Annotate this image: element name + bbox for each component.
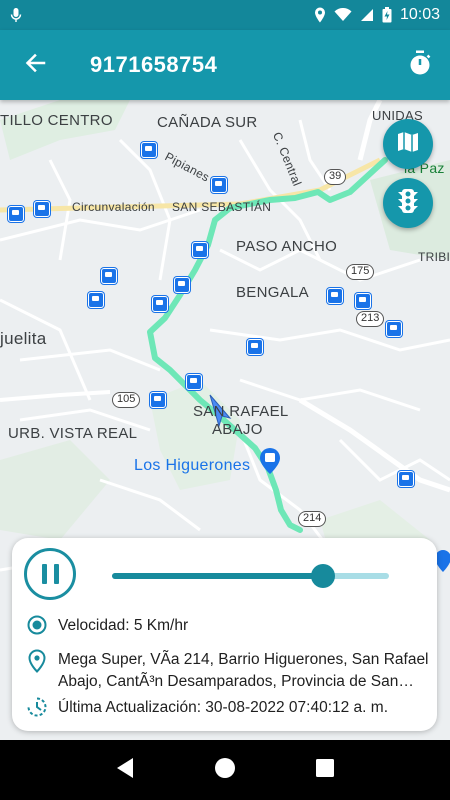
- address-label: Mega Super, VÃa 214, Barrio Higuerones, …: [58, 651, 429, 690]
- speed-indicator-icon: [26, 615, 48, 635]
- map-label-los-higuerones[interactable]: Los Higuerones: [134, 457, 250, 475]
- bus-stop-icon[interactable]: [101, 268, 117, 284]
- back-icon[interactable]: [115, 757, 135, 784]
- bus-stop-icon[interactable]: [34, 201, 50, 217]
- home-icon[interactable]: [214, 757, 236, 784]
- tracking-info-card: Velocidad: 5 Km/hr Mega Super, VÃa 214, …: [12, 538, 437, 731]
- route-shield: 175: [346, 264, 375, 280]
- slider-thumb[interactable]: [310, 564, 335, 588]
- page-title: 9171658754: [90, 52, 218, 77]
- last-update-row: Última Actualización: 30-08-2022 07:40:1…: [26, 697, 431, 719]
- battery-icon: [382, 7, 392, 23]
- last-update-label: Última Actualización: 30-08-2022 07:40:1…: [58, 699, 388, 716]
- pause-icon: [41, 564, 59, 584]
- map-label-abajo: ABAJO: [212, 421, 263, 438]
- map-label-juelita: juelita: [0, 329, 47, 348]
- system-nav-bar: [0, 740, 450, 800]
- address-row: Mega Super, VÃa 214, Barrio Higuerones, …: [26, 649, 431, 693]
- arrow-back-icon: [24, 52, 46, 79]
- bus-stop-icon[interactable]: [152, 296, 168, 312]
- map-label-vista-real: URB. VISTA REAL: [8, 425, 138, 442]
- back-button[interactable]: [0, 30, 70, 100]
- bus-stop-icon[interactable]: [141, 142, 157, 158]
- map-label-san-sebastian: SAN SEBASTIÁN: [172, 200, 272, 214]
- bus-stop-icon[interactable]: [88, 292, 104, 308]
- bus-stop-icon[interactable]: [355, 293, 371, 309]
- slider-fill: [112, 573, 323, 579]
- speed-label: Velocidad: 5 Km/hr: [58, 617, 189, 634]
- bus-stop-icon[interactable]: [186, 374, 202, 390]
- update-clock-icon: [26, 697, 48, 717]
- signal-icon: [360, 8, 374, 22]
- bus-stop-icon[interactable]: [211, 177, 227, 193]
- map-label-bengala: BENGALA: [236, 284, 309, 301]
- bus-stop-icon[interactable]: [327, 288, 343, 304]
- clock-time: 10:03: [399, 6, 440, 23]
- location-pin-icon: [26, 649, 48, 673]
- timer-icon: [408, 50, 432, 81]
- map-label-san-rafael: SAN RAFAEL: [193, 403, 289, 420]
- traffic-button[interactable]: [383, 178, 433, 228]
- map-label-canada-sur: CAÑADA SUR: [157, 114, 258, 131]
- map-label-castillo-centro: TILLO CENTRO: [0, 112, 113, 129]
- route-shield: 213: [356, 311, 385, 327]
- mic-icon: [10, 7, 22, 23]
- bus-stop-icon[interactable]: [398, 471, 414, 487]
- wifi-icon: [334, 8, 352, 22]
- map-label-circunvalacion: Circunvalación: [72, 200, 155, 214]
- route-shield: 214: [298, 511, 327, 527]
- pause-button[interactable]: [24, 548, 76, 600]
- bus-stop-icon[interactable]: [386, 321, 402, 337]
- traffic-light-icon: [397, 188, 419, 218]
- timer-button[interactable]: [390, 30, 450, 100]
- speed-row: Velocidad: 5 Km/hr: [26, 615, 431, 637]
- status-bar: 10:03: [0, 0, 450, 30]
- bus-stop-icon[interactable]: [8, 206, 24, 222]
- bus-stop-icon[interactable]: [247, 339, 263, 355]
- map-label-paso-ancho: PASO ANCHO: [236, 238, 338, 255]
- bus-stop-icon[interactable]: [174, 277, 190, 293]
- playback-slider[interactable]: [112, 564, 389, 588]
- map-type-button[interactable]: [383, 119, 433, 169]
- app-bar: 9171658754: [0, 30, 450, 100]
- recents-icon[interactable]: [315, 758, 335, 783]
- map-label-tribu: TRIBI: [418, 250, 450, 264]
- bus-stop-icon[interactable]: [150, 392, 166, 408]
- map-icon: [396, 130, 420, 159]
- route-shield: 105: [112, 392, 141, 408]
- route-shield: 39: [324, 169, 347, 185]
- location-icon: [314, 7, 326, 23]
- bus-stop-icon[interactable]: [192, 242, 208, 258]
